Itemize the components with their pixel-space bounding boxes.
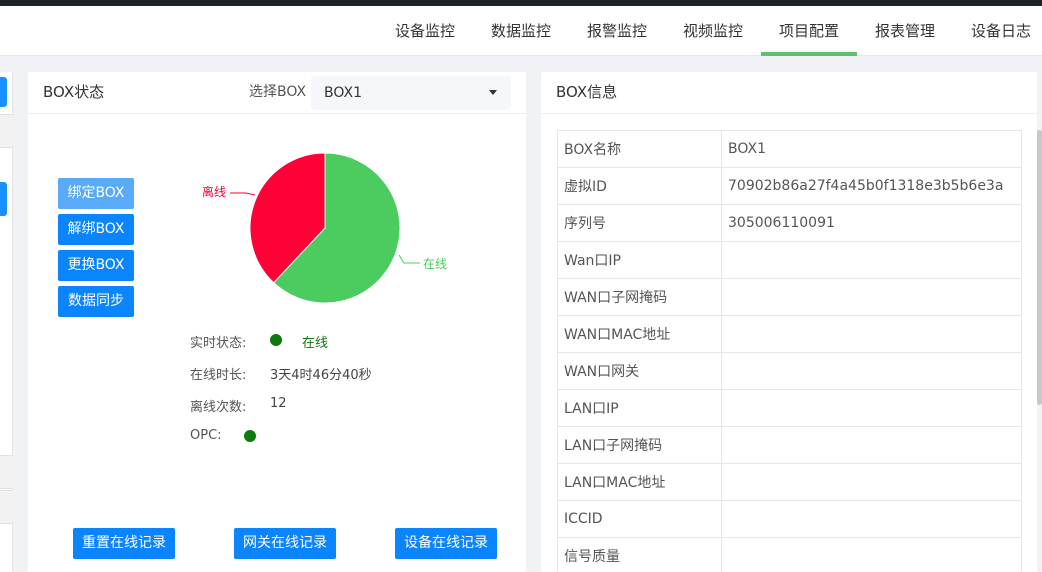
left-sidebar-selected-item[interactable] [0,182,7,216]
nav-device-monitor[interactable]: 设备监控 [383,6,467,56]
pie-label-offline: 离线 [202,185,227,199]
info-value [721,537,1022,572]
nav-device-log[interactable]: 设备日志 [959,6,1042,56]
box-info-title: BOX信息 [556,83,618,101]
table-row: ICCID [557,500,1022,538]
realtime-status-dot [270,334,282,346]
info-key: BOX名称 [557,130,722,168]
box-info-card: BOX信息 BOX名称 BOX1 虚拟ID 70902b86a27f4a45b0f13… [541,72,1037,572]
info-key: LAN口子网掩码 [557,426,722,464]
info-value [721,315,1022,353]
reset-online-record-button[interactable]: 重置在线记录 [73,528,175,559]
status-pie-chart [230,152,420,304]
left-sidebar-row [0,490,13,524]
realtime-status-label: 实时状态: [190,336,247,351]
realtime-status-value: 在线 [302,336,329,351]
nav-report-manage[interactable]: 报表管理 [863,6,947,56]
pie-label-online: 在线 [423,257,448,271]
opc-label: OPC: [190,428,222,443]
box-status-card: BOX状态 选择BOX BOX1 绑定BOX 解绑BOX 更换BOX 数据同步 … [28,72,526,572]
info-key: LAN口MAC地址 [557,463,722,501]
table-row: Wan口IP [557,241,1022,279]
table-row: 虚拟ID 70902b86a27f4a45b0f1318e3b5b6e3a [557,167,1022,205]
table-row: WAN口MAC地址 [557,315,1022,353]
device-online-record-button[interactable]: 设备在线记录 [395,528,497,559]
info-value [721,241,1022,279]
info-key: ICCID [557,500,722,538]
info-value: 70902b86a27f4a45b0f1318e3b5b6e3a [721,167,1022,205]
online-time-value: 3天4时46分40秒 [270,368,372,383]
info-key: LAN口IP [557,389,722,427]
info-value [721,463,1022,501]
box-info-header: BOX信息 [541,72,1037,114]
info-key: 序列号 [557,204,722,242]
left-sidebar-button[interactable] [0,77,7,107]
info-value [721,500,1022,538]
pie-slices [249,152,401,304]
table-row: LAN口子网掩码 [557,426,1022,464]
table-row: BOX名称 BOX1 [557,130,1022,168]
table-row: 序列号 305006110091 [557,204,1022,242]
info-key: 虚拟ID [557,167,722,205]
info-value: 305006110091 [721,204,1022,242]
info-key: 信号质量 [557,537,722,572]
info-value [721,426,1022,464]
left-sidebar-row [0,114,13,148]
table-row: WAN口网关 [557,352,1022,390]
info-key: Wan口IP [557,241,722,279]
info-key: WAN口网关 [557,352,722,390]
nav-video-monitor[interactable]: 视频监控 [671,6,755,56]
nav-data-monitor[interactable]: 数据监控 [479,6,563,56]
table-row: 信号质量 [557,537,1022,572]
info-value [721,278,1022,316]
info-key: WAN口子网掩码 [557,278,722,316]
gateway-online-record-button[interactable]: 网关在线记录 [234,528,336,559]
table-row: WAN口子网掩码 [557,278,1022,316]
nav-alarm-monitor[interactable]: 报警监控 [575,6,659,56]
page-scrollbar[interactable] [1037,130,1042,405]
table-row: LAN口IP [557,389,1022,427]
nav-project-config[interactable]: 项目配置 [761,6,857,56]
info-value: BOX1 [721,130,1022,168]
offline-count-label: 离线次数: [190,400,247,415]
info-key: WAN口MAC地址 [557,315,722,353]
offline-leader-line [230,192,256,196]
left-sidebar-row [0,455,13,489]
box-info-table: BOX名称 BOX1 虚拟ID 70902b86a27f4a45b0f1318e3b5… [557,130,1022,572]
left-sidebar-partial [0,72,13,572]
table-row: LAN口MAC地址 [557,463,1022,501]
info-value [721,352,1022,390]
opc-status-dot [244,430,256,442]
online-time-label: 在线时长: [190,368,247,383]
top-nav: 设备监控 数据监控 报警监控 视频监控 项目配置 报表管理 设备日志 [0,6,1042,56]
info-value [721,389,1022,427]
online-leader-line [398,254,420,264]
offline-count-value: 12 [270,396,287,411]
